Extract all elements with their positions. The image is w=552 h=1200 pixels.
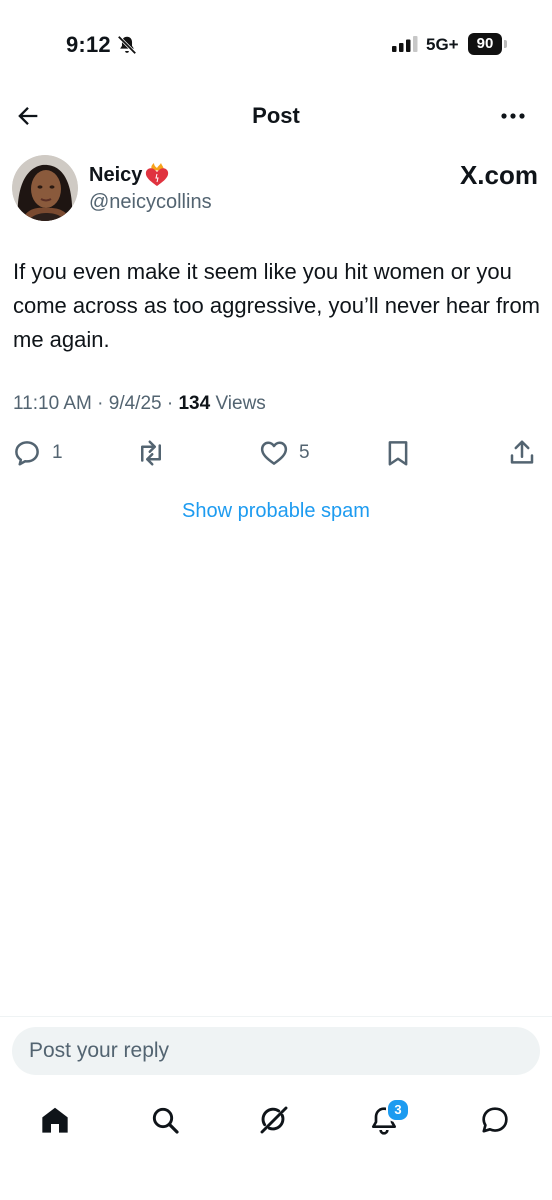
- share-icon: [510, 440, 534, 464]
- x-watermark-text: X.com: [459, 160, 538, 190]
- tab-home[interactable]: [35, 1100, 75, 1140]
- reply-box[interactable]: [12, 1027, 540, 1075]
- bell-slash-icon: [117, 35, 137, 55]
- repost-icon: [141, 440, 161, 466]
- meta-separator: ·: [97, 393, 109, 414]
- views-count[interactable]: 134: [178, 393, 210, 414]
- tab-grok[interactable]: [254, 1100, 294, 1140]
- grok-icon: [260, 1106, 288, 1134]
- post-date: 9/4/25: [108, 393, 162, 414]
- more-icon[interactable]: [498, 104, 528, 128]
- home-indicator-area: [0, 1160, 552, 1200]
- meta-separator: ·: [166, 393, 179, 414]
- search-icon: [152, 1107, 179, 1134]
- post-actions: 1 5: [0, 433, 552, 473]
- reply-count: 1: [52, 442, 63, 463]
- top-nav-bar: Post: [0, 92, 552, 140]
- like-button[interactable]: 5: [259, 433, 310, 473]
- post-text: If you even make it seem like you hit wo…: [13, 259, 541, 352]
- reply-button[interactable]: 1: [12, 433, 63, 473]
- post-author: Neicy @neicycollins X.com: [12, 153, 540, 223]
- display-name[interactable]: Neicy: [89, 164, 142, 187]
- like-icon: [260, 441, 288, 465]
- bottom-tab-bar: 3: [0, 1090, 552, 1150]
- post-meta: 11:10 AM · 9/4/25 · 134 Views: [13, 393, 266, 415]
- avatar[interactable]: [12, 155, 78, 221]
- battery-level: 90: [468, 33, 502, 55]
- post-time: 11:10 AM: [13, 393, 92, 414]
- messages-icon: [482, 1107, 508, 1133]
- network-type: 5G+: [426, 35, 459, 54]
- like-count: 5: [299, 442, 310, 463]
- bookmark-icon: [388, 441, 408, 466]
- tab-messages[interactable]: [475, 1100, 515, 1140]
- x-com-watermark: X.com: [460, 160, 538, 191]
- status-time: 9:12: [66, 32, 111, 57]
- repost-button[interactable]: [136, 433, 166, 473]
- battery-tip: [504, 40, 507, 48]
- status-bar: 9:12 5G+ 90: [0, 0, 552, 90]
- show-probable-spam-link[interactable]: Show probable spam: [0, 500, 552, 523]
- reply-divider: [0, 1016, 552, 1017]
- share-button[interactable]: [507, 433, 537, 473]
- reply-input[interactable]: [12, 1027, 540, 1075]
- signal-icon: [392, 36, 418, 52]
- views-label[interactable]: Views: [215, 393, 265, 414]
- notifications-badge: 3: [386, 1098, 410, 1122]
- home-icon: [42, 1107, 68, 1133]
- display-name-row[interactable]: Neicy: [89, 163, 170, 187]
- battery-icon: 90: [468, 33, 508, 55]
- page-title: Post: [252, 103, 300, 128]
- bookmark-button[interactable]: [383, 433, 413, 473]
- tab-notifications[interactable]: 3: [364, 1098, 410, 1140]
- user-handle[interactable]: @neicycollins: [89, 191, 212, 214]
- heart-on-fire-icon: [146, 163, 169, 186]
- reply-icon: [15, 441, 39, 466]
- tab-search[interactable]: [145, 1100, 185, 1140]
